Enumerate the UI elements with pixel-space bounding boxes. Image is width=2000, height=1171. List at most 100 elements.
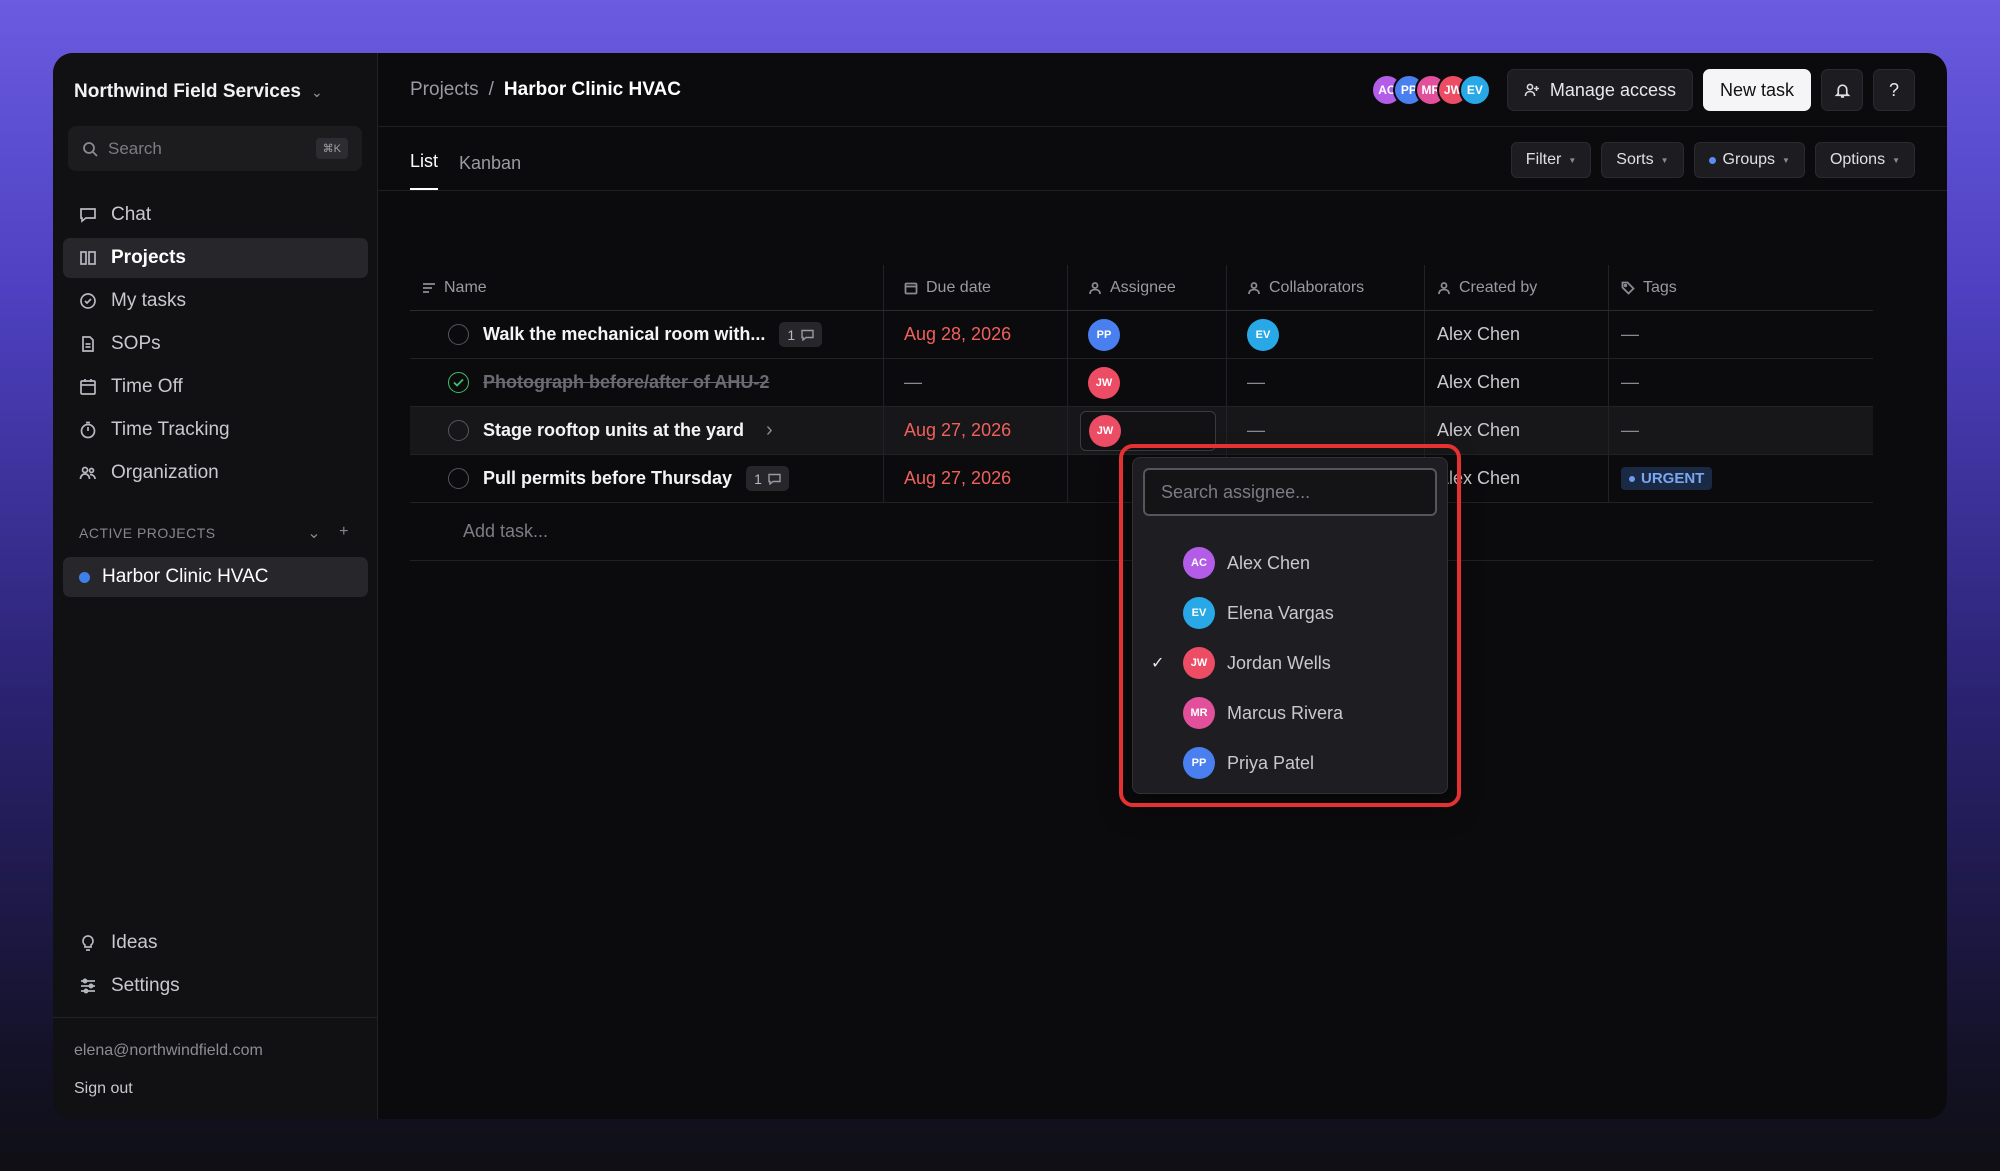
- cell-name: Photograph before/after of AHU-2: [410, 359, 884, 406]
- cell-tags[interactable]: —: [1609, 359, 1873, 406]
- tab-list[interactable]: List: [410, 151, 439, 190]
- assignee-option-elena-vargas[interactable]: EV Elena Vargas: [1133, 588, 1447, 638]
- cell-created-by: Alex Chen: [1425, 359, 1609, 406]
- cell-tags[interactable]: —: [1609, 407, 1873, 454]
- complete-checkbox[interactable]: [448, 372, 469, 393]
- cell-tags[interactable]: —: [1609, 311, 1873, 358]
- sidebar-item-label: Time Off: [111, 376, 183, 397]
- avatar: EV: [1183, 597, 1215, 629]
- sign-out-link[interactable]: Sign out: [74, 1080, 377, 1098]
- sorts-label: Sorts: [1616, 151, 1654, 168]
- notifications-button[interactable]: [1821, 69, 1863, 111]
- cell-name: Walk the mechanical room with... 1: [410, 311, 884, 358]
- breadcrumb-current: Harbor Clinic HVAC: [503, 78, 681, 100]
- assignee-option-alex-chen[interactable]: AC Alex Chen: [1133, 538, 1447, 588]
- member-avatars[interactable]: AC PP MR JW EV: [1370, 74, 1491, 106]
- cell-due-date[interactable]: —: [884, 359, 1068, 406]
- view-tools: Filter ▼ Sorts ▼ Groups ▼ Options ▼: [1510, 142, 1915, 178]
- assignee-option-priya-patel[interactable]: PP Priya Patel: [1133, 738, 1447, 788]
- cell-collaborators[interactable]: EV: [1227, 311, 1425, 358]
- cell-due-date[interactable]: Aug 27, 2026: [884, 407, 1068, 454]
- sidebar-item-ideas[interactable]: Ideas: [63, 923, 368, 963]
- tag-urgent[interactable]: URGENT: [1621, 467, 1713, 490]
- column-due-date[interactable]: Due date: [884, 265, 1068, 310]
- filter-button[interactable]: Filter ▼: [1510, 142, 1592, 178]
- options-label: Options: [1829, 151, 1886, 168]
- sidebar-item-chat[interactable]: Chat: [63, 195, 368, 235]
- chat-icon: [80, 208, 96, 223]
- cell-name: Pull permits before Thursday 1: [410, 455, 884, 502]
- table-header: Name Due date Assignee Collaborators Cre…: [410, 265, 1873, 311]
- user-email: elena@northwindfield.com: [74, 1042, 263, 1059]
- column-name[interactable]: Name: [410, 265, 884, 310]
- cell-assignee[interactable]: JW: [1068, 407, 1227, 454]
- chevron-right-icon[interactable]: ›: [766, 419, 773, 442]
- new-task-button[interactable]: New task: [1702, 69, 1811, 111]
- chevron-down-icon: ⌄: [311, 83, 323, 100]
- task-title[interactable]: Pull permits before Thursday: [483, 468, 732, 489]
- add-project-icon[interactable]: +: [339, 523, 349, 543]
- comment-count-badge[interactable]: 1: [779, 322, 823, 347]
- avatar: JW: [1089, 414, 1121, 447]
- sidebar-item-my-tasks[interactable]: My tasks: [63, 281, 368, 321]
- table-row[interactable]: Photograph before/after of AHU-2 — JW — …: [410, 359, 1873, 407]
- avatar: JW: [1088, 366, 1120, 399]
- collapse-chevron-icon[interactable]: ⌄: [307, 523, 321, 543]
- task-title[interactable]: Photograph before/after of AHU-2: [483, 372, 769, 393]
- cell-assignee[interactable]: JW: [1068, 359, 1227, 406]
- cell-tags[interactable]: URGENT: [1609, 455, 1873, 502]
- tab-kanban[interactable]: Kanban: [459, 153, 521, 190]
- active-projects-header: ACTIVE PROJECTS ⌄ +: [79, 523, 349, 543]
- cell-collaborators[interactable]: —: [1227, 359, 1425, 406]
- sidebar-item-label: Projects: [111, 247, 186, 268]
- cell-collaborators[interactable]: —: [1227, 407, 1425, 454]
- assignee-picker-trigger[interactable]: JW: [1080, 410, 1216, 451]
- column-tags[interactable]: Tags: [1609, 265, 1873, 310]
- checkmark-icon: ✓: [1151, 655, 1165, 672]
- option-label: Jordan Wells: [1227, 652, 1331, 673]
- table-row[interactable]: Stage rooftop units at the yard › Aug 27…: [410, 407, 1873, 455]
- sidebar-item-sops[interactable]: SOPs: [63, 324, 368, 364]
- cell-due-date[interactable]: Aug 27, 2026: [884, 455, 1068, 502]
- sidebar-nav: Chat Projects My tasks SOPs Time Off Tim…: [63, 195, 368, 496]
- cell-assignee[interactable]: PP: [1068, 311, 1227, 358]
- sidebar-project-harbor-clinic[interactable]: Harbor Clinic HVAC: [63, 557, 368, 597]
- breadcrumb-projects[interactable]: Projects: [410, 79, 479, 101]
- table-row[interactable]: Walk the mechanical room with... 1 Aug 2…: [410, 311, 1873, 359]
- sorts-button[interactable]: Sorts ▼: [1601, 142, 1684, 178]
- task-title[interactable]: Stage rooftop units at the yard: [483, 420, 744, 441]
- complete-checkbox[interactable]: [448, 420, 469, 441]
- complete-checkbox[interactable]: [448, 468, 469, 489]
- stopwatch-icon: [80, 421, 96, 439]
- workspace-switcher[interactable]: Northwind Field Services ⌄: [74, 81, 323, 103]
- user-add-icon: [1524, 83, 1539, 97]
- breadcrumb: Projects / Harbor Clinic HVAC: [410, 79, 681, 101]
- options-button[interactable]: Options ▼: [1814, 142, 1915, 178]
- sidebar-item-projects[interactable]: Projects: [63, 238, 368, 278]
- column-created-by[interactable]: Created by: [1425, 265, 1609, 310]
- assignee-option-marcus-rivera[interactable]: MR Marcus Rivera: [1133, 688, 1447, 738]
- groups-button[interactable]: Groups ▼: [1693, 142, 1805, 178]
- assignee-option-jordan-wells[interactable]: ✓ JW Jordan Wells: [1133, 638, 1447, 688]
- manage-access-button[interactable]: Manage access: [1506, 69, 1693, 111]
- column-collaborators[interactable]: Collaborators: [1227, 265, 1425, 310]
- assignee-dropdown: AC Alex Chen EV Elena Vargas ✓ JW Jordan…: [1132, 457, 1448, 794]
- sidebar-item-organization[interactable]: Organization: [63, 453, 368, 493]
- avatar: MR: [1183, 697, 1215, 729]
- person-icon: [1248, 281, 1260, 294]
- cell-due-date[interactable]: Aug 28, 2026: [884, 311, 1068, 358]
- sidebar-item-time-tracking[interactable]: Time Tracking: [63, 410, 368, 450]
- sidebar-item-time-off[interactable]: Time Off: [63, 367, 368, 407]
- section-title: ACTIVE PROJECTS: [79, 525, 216, 541]
- task-title[interactable]: Walk the mechanical room with...: [483, 324, 765, 345]
- complete-checkbox[interactable]: [448, 324, 469, 345]
- person-icon: [1089, 281, 1101, 294]
- help-button[interactable]: ?: [1873, 69, 1915, 111]
- assignee-search-input[interactable]: [1143, 468, 1437, 516]
- sidebar-item-settings[interactable]: Settings: [63, 966, 368, 1006]
- projects-icon: [80, 251, 96, 265]
- column-assignee[interactable]: Assignee: [1068, 265, 1227, 310]
- comment-count-badge[interactable]: 1: [746, 466, 789, 491]
- comment-icon: [768, 473, 781, 485]
- sidebar-search[interactable]: Search ⌘K: [68, 126, 362, 171]
